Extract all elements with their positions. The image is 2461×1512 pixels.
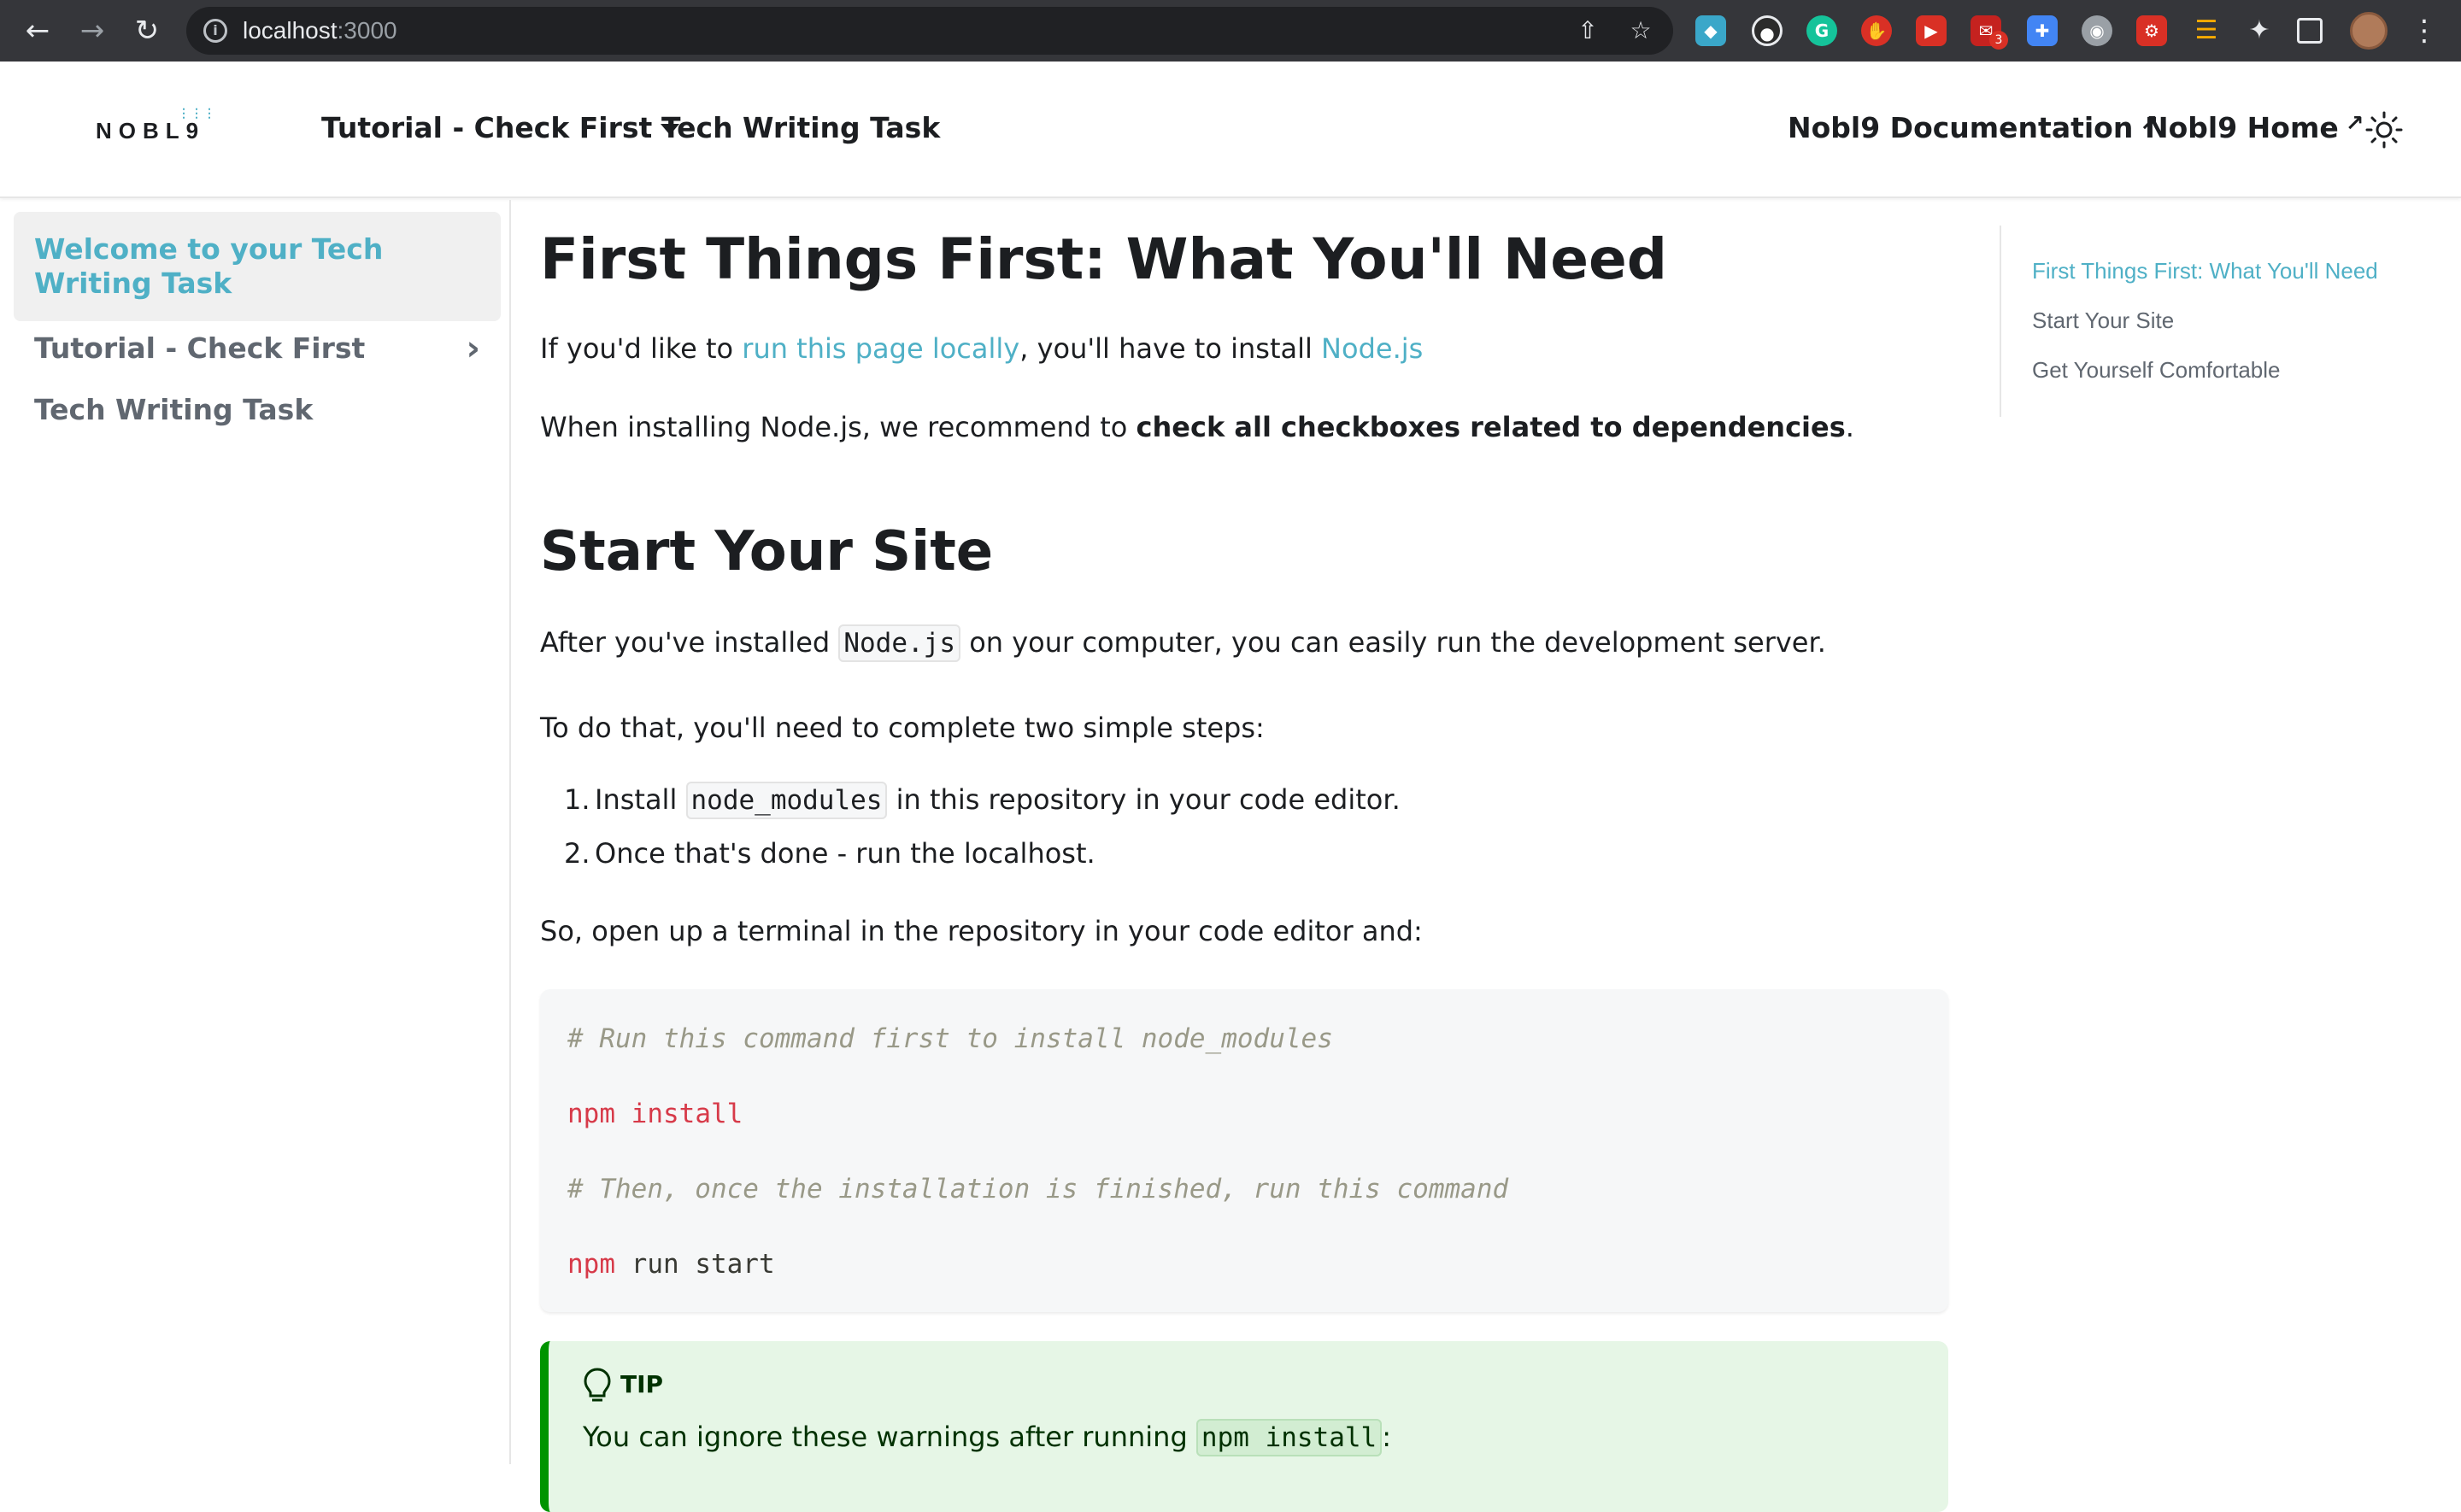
toc-item-first-things[interactable]: First Things First: What You'll Need (2032, 258, 2378, 284)
extension-icon-2[interactable]: ● (1752, 15, 1783, 46)
site-info-icon[interactable]: i (203, 19, 227, 43)
eyes-extension-icon[interactable]: ◉ (2082, 15, 2112, 46)
code-comment-line: # Then, once the installation is finishe… (567, 1174, 1509, 1204)
url-text[interactable]: localhost:3000 (243, 17, 397, 44)
list-item: 2. Once that's done - run the localhost. (564, 837, 1095, 870)
steps-list: 1. Install node_modules in this repositor… (564, 781, 1401, 888)
lightbulb-icon (584, 1368, 611, 1402)
theme-toggle-sun-icon[interactable] (2364, 109, 2405, 150)
translate-extension-icon[interactable]: ✚ (2027, 15, 2058, 46)
list-item: 1. Install node_modules in this repositor… (564, 781, 1401, 819)
side-panel-icon[interactable] (2297, 18, 2323, 44)
nav-nobl9-home[interactable]: Nobl9 Home ↗ (2145, 111, 2364, 144)
sidebar-item-tech-writing-task[interactable]: Tech Writing Task (14, 372, 501, 448)
code-command-line: npm install (567, 1099, 743, 1129)
paragraph-after-install: After you've installed Node.js on your c… (540, 624, 1826, 662)
inline-code-node-modules: node_modules (685, 782, 888, 819)
stop-hand-icon[interactable]: ✋ (1861, 15, 1892, 46)
paragraph-install-node: If you'd like to run this page locally, … (540, 332, 1424, 365)
logo-dots: ⋮⋮⋮ (178, 106, 216, 120)
reload-icon[interactable]: ↻ (128, 12, 166, 50)
paragraph-open-terminal: So, open up a terminal in the repository… (540, 915, 1423, 947)
mail-badge: 3 (1989, 31, 2008, 50)
bookmark-star-icon[interactable]: ☆ (1625, 15, 1656, 46)
code-command-line: npm run start (567, 1249, 775, 1280)
tip-heading: TIP (583, 1367, 663, 1404)
rss-icon[interactable]: ☰ (2191, 15, 2222, 46)
profile-avatar[interactable] (2350, 12, 2388, 50)
heading-start-your-site: Start Your Site (540, 520, 994, 583)
forward-icon[interactable]: → (73, 12, 111, 50)
paragraph-checkboxes: When installing Node.js, we recommend to… (540, 411, 1854, 443)
nodejs-link[interactable]: Node.js (1321, 332, 1423, 365)
sidebar-item-welcome[interactable]: Welcome to your Tech Writing Task (14, 212, 501, 321)
page-title: First Things First: What You'll Need (540, 226, 1668, 292)
browser-toolbar: ← → ↻ i localhost:3000 ⇧ ☆ ◆ ● G ✋ ▶ ✉ 3… (0, 0, 2461, 62)
run-locally-link[interactable]: run this page locally (742, 332, 1019, 365)
nav-tech-writing-task[interactable]: Tech Writing Task (661, 111, 940, 144)
tip-admonition: TIP You can ignore these warnings after … (540, 1341, 1948, 1512)
paragraph-two-steps: To do that, you'll need to complete two … (540, 712, 1265, 744)
docs-sidebar: Welcome to your Tech Writing Task Tutori… (0, 200, 511, 1464)
extensions-puzzle-icon[interactable]: ✦ (2244, 15, 2275, 46)
video-extension-icon[interactable]: ▶ (1916, 15, 1947, 46)
nav-tutorial-dropdown[interactable]: Tutorial - Check First (321, 111, 680, 144)
nav-nobl9-documentation[interactable]: Nobl9 Documentation ↗ (1788, 111, 2159, 144)
browser-menu-icon[interactable]: ⋮ (2410, 10, 2439, 51)
toc-item-get-comfortable[interactable]: Get Yourself Comfortable (2032, 357, 2281, 384)
extension-icon-1[interactable]: ◆ (1695, 15, 1726, 46)
gear-extension-icon[interactable]: ⚙ (2136, 15, 2167, 46)
chevron-right-icon[interactable]: › (467, 331, 480, 366)
inline-code-nodejs: Node.js (838, 624, 961, 662)
external-link-icon: ↗ (2345, 111, 2364, 137)
sidebar-item-label: Tutorial - Check First (34, 331, 366, 365)
inline-code-npm-install: npm install (1195, 1419, 1383, 1456)
code-comment-line: # Run this command first to install node… (567, 1023, 1333, 1054)
grammarly-icon[interactable]: G (1806, 15, 1837, 46)
code-block[interactable]: # Run this command first to install node… (540, 989, 1948, 1312)
tip-text: You can ignore these warnings after runn… (583, 1418, 1391, 1456)
toc-item-start-your-site[interactable]: Start Your Site (2032, 308, 2174, 334)
share-icon[interactable]: ⇧ (1572, 15, 1603, 46)
table-of-contents: First Things First: What You'll Need Sta… (2000, 226, 2444, 417)
site-navbar: NOBL9 ⋮⋮⋮ Tutorial - Check First Tech Wr… (0, 62, 2461, 198)
nobl9-logo[interactable]: NOBL9 ⋮⋮⋮ (96, 106, 215, 144)
back-icon[interactable]: ← (19, 12, 56, 50)
address-bar[interactable]: i localhost:3000 ⇧ ☆ (186, 7, 1673, 55)
